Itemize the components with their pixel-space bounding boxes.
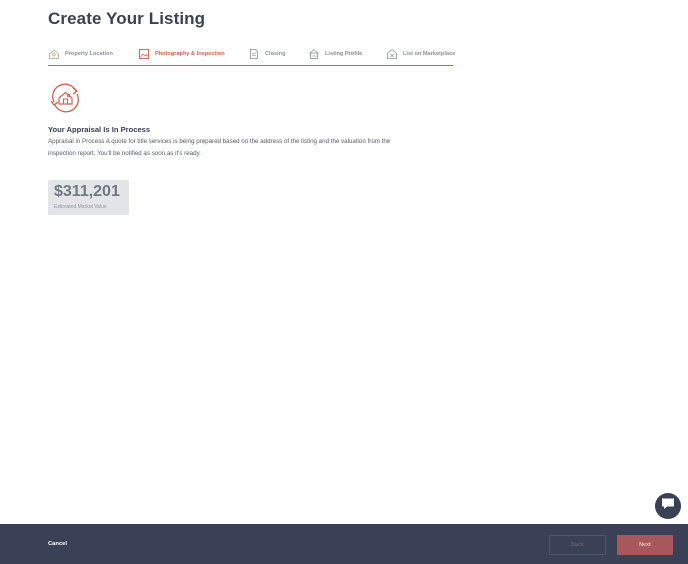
create-listing-page: Create Your Listing Property Location Ph… <box>0 0 688 564</box>
appraisal-title: Your Appraisal Is In Process <box>48 125 151 134</box>
step-property-location[interactable]: Property Location <box>48 45 113 62</box>
step-label: Listing Profile <box>325 50 363 57</box>
back-button[interactable]: Back <box>549 535 606 555</box>
step-label: Property Location <box>65 50 113 57</box>
step-label: Closing <box>265 50 286 57</box>
steps-active-underline <box>48 65 453 66</box>
next-button[interactable]: Next <box>617 535 673 555</box>
estimated-value-label: Estimated Market Value <box>54 204 107 210</box>
page-title: Create Your Listing <box>48 9 206 28</box>
step-closing[interactable]: Closing <box>248 45 286 62</box>
footer-bar: Cancel Back Next <box>0 524 688 564</box>
estimated-value-card: $311,201 Estimated Market Value <box>48 180 129 215</box>
estimated-value-amount: $311,201 <box>54 183 120 200</box>
cancel-button[interactable]: Cancel <box>48 541 67 547</box>
step-label: Photography & Inspection <box>155 50 225 57</box>
house-location-icon <box>48 48 60 60</box>
step-list-on-marketplace[interactable]: List on Marketplace <box>386 45 455 62</box>
appraisal-description: Appraisal in Process A quote for title s… <box>48 138 391 157</box>
progress-steps: Property Location Photography & Inspecti… <box>48 45 455 66</box>
house-profile-icon <box>308 48 320 60</box>
chat-bubble-icon <box>661 497 675 515</box>
photo-frame-icon <box>138 48 150 60</box>
chat-button[interactable] <box>655 493 681 519</box>
house-marketplace-icon <box>386 48 398 60</box>
step-listing-profile[interactable]: Listing Profile <box>308 45 362 62</box>
document-icon <box>248 48 260 60</box>
step-label: List on Marketplace <box>403 50 456 57</box>
step-photography-inspection[interactable]: Photography & Inspection <box>138 45 225 62</box>
house-refresh-icon <box>48 83 83 113</box>
